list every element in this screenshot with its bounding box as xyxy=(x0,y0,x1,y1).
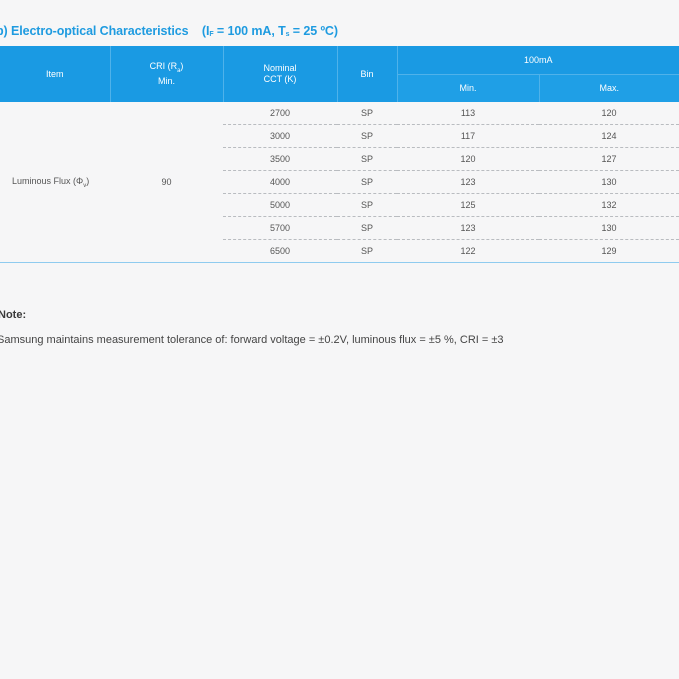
flux-max-cell: 124 xyxy=(539,124,679,148)
cri-min-value: 90 xyxy=(161,177,172,187)
flux-max-cell: 129 xyxy=(601,246,617,256)
section-title: b) Electro-optical Characteristics (IF =… xyxy=(0,24,338,38)
note-text: Samsung maintains measurement tolerance … xyxy=(0,334,504,346)
electro-optical-table: Item CRI (Ra) Min. Nominal CCT (K) Bin 1… xyxy=(0,46,679,263)
cct-cell: 5700 xyxy=(223,216,337,240)
cct-cell: 5000 xyxy=(223,193,337,217)
cct-cell: 6500 xyxy=(269,246,291,256)
test-condition: (IF = 100 mA, Ts = 25 ºC) xyxy=(201,24,338,38)
flux-min-cell: 120 xyxy=(397,147,539,171)
section-title-text: Electro-optical Characteristics xyxy=(10,24,189,38)
flux-min-cell: 122 xyxy=(460,246,476,256)
header-nominal-cct: Nominal CCT (K) xyxy=(223,46,338,102)
note-title: Note: xyxy=(0,309,27,321)
bin-cell: SP xyxy=(337,170,397,194)
flux-max-cell: 130 xyxy=(539,216,679,240)
header-bin: Bin xyxy=(337,46,398,102)
flux-max-cell: 130 xyxy=(539,170,679,194)
header-min: Min. xyxy=(397,74,540,102)
datasheet-page: b) Electro-optical Characteristics (IF =… xyxy=(0,0,679,679)
bin-cell: SP xyxy=(337,102,397,125)
table-body: Luminous Flux (Φv) 90 2700 SP 113 120 30… xyxy=(0,102,679,263)
table-row: Luminous Flux (Φv) 90 2700 SP 113 120 xyxy=(0,102,679,188)
bin-cell: SP xyxy=(337,124,397,148)
table-header: Item CRI (Ra) Min. Nominal CCT (K) Bin 1… xyxy=(0,46,679,102)
flux-min-cell: 113 xyxy=(397,102,539,125)
flux-max-cell: 127 xyxy=(539,147,679,171)
flux-min-cell: 123 xyxy=(397,170,539,194)
flux-min-cell: 125 xyxy=(397,193,539,217)
flux-max-cell: 132 xyxy=(539,193,679,217)
section-number: b) xyxy=(0,24,8,38)
bin-cell: SP xyxy=(337,216,397,240)
header-item: Item xyxy=(0,46,111,102)
cct-cell: 2700 xyxy=(223,102,337,125)
header-100ma-group: 100mA xyxy=(397,46,679,75)
bin-cell: SP xyxy=(360,246,373,256)
bin-cell: SP xyxy=(337,147,397,171)
cct-cell: 3000 xyxy=(223,124,337,148)
header-cri: CRI (Ra) Min. xyxy=(110,46,224,102)
item-luminous-flux: Luminous Flux (Φv) xyxy=(12,175,90,189)
flux-max-cell: 120 xyxy=(539,102,679,125)
bin-cell: SP xyxy=(337,193,397,217)
flux-min-cell: 117 xyxy=(397,124,539,148)
header-max: Max. xyxy=(539,74,679,102)
cct-cell: 3500 xyxy=(223,147,337,171)
flux-min-cell: 123 xyxy=(397,216,539,240)
cct-cell: 4000 xyxy=(223,170,337,194)
